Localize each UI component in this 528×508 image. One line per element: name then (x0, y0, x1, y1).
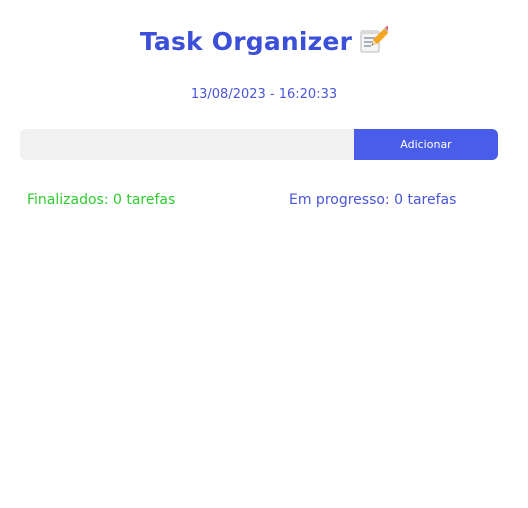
task-organizer-app: Task Organizer 13/08/2023 - 16:20:33 Adi… (0, 0, 528, 508)
current-datetime: 13/08/2023 - 16:20:33 (190, 87, 338, 102)
memo-pencil-icon (358, 25, 392, 56)
add-task-form: Adicionar (20, 129, 498, 160)
in-progress-count: Em progresso: 0 tarefas (289, 192, 457, 208)
page-title: Task Organizer (139, 26, 353, 56)
task-stats: Finalizados: 0 tarefas Em progresso: 0 t… (0, 192, 528, 212)
finished-count: Finalizados: 0 tarefas (27, 192, 176, 208)
add-task-button[interactable]: Adicionar (354, 129, 498, 160)
task-input[interactable] (20, 129, 354, 160)
header: Task Organizer (0, 25, 528, 56)
